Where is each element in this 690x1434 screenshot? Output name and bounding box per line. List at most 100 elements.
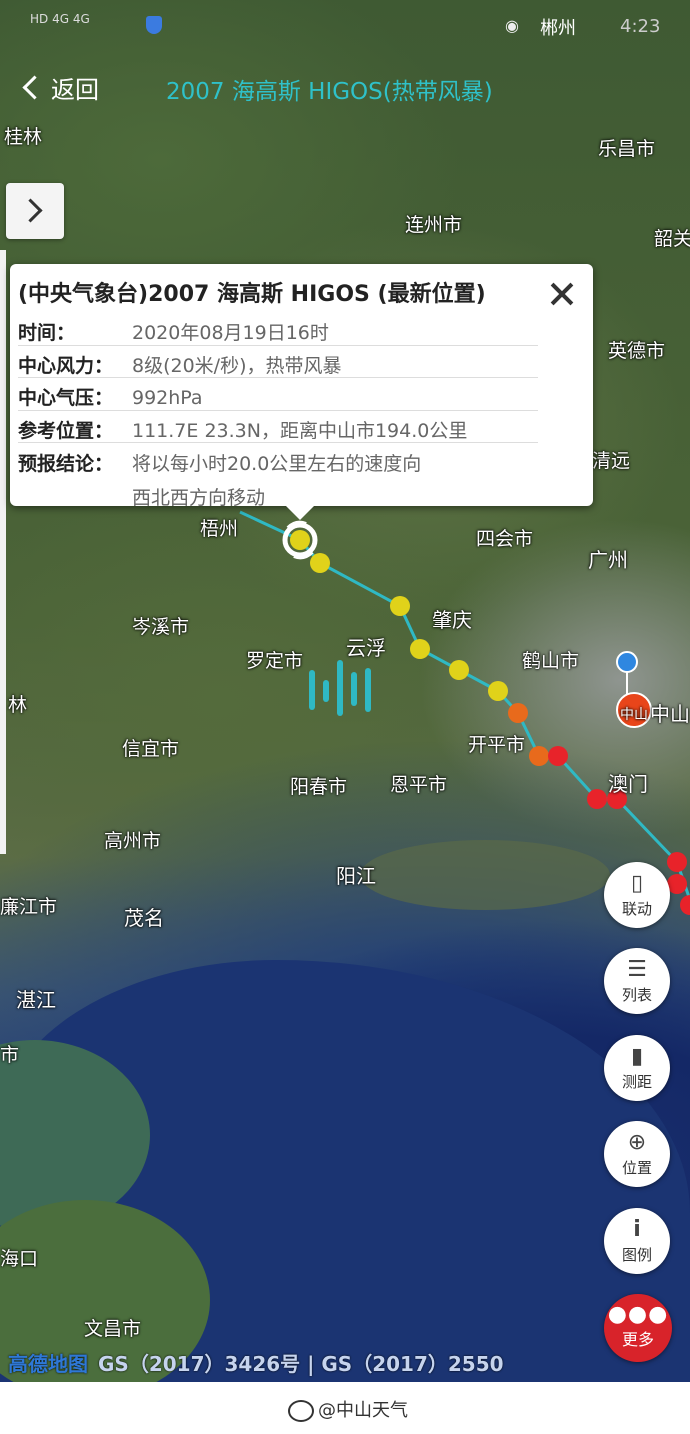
place-label: 阳春市 <box>290 776 348 798</box>
place-label: 肇庆 <box>432 608 472 632</box>
location-button[interactable]: ⊕ 位置 <box>604 1121 670 1187</box>
place-label: 海口 <box>0 1248 39 1270</box>
place-label: 开平市 <box>468 734 526 756</box>
place-label: 英德市 <box>608 340 666 362</box>
back-label: 返回 <box>51 76 99 104</box>
place-label: 茂名 <box>124 906 164 930</box>
divider <box>18 410 538 411</box>
satellite-map[interactable]: 桂林 乐昌市 连州市 韶关 英德市 清远 梧州 四会市 广州 岑溪市 肇庆 云浮… <box>0 0 690 1382</box>
amap-logo: 高德地图 <box>8 1352 88 1376</box>
track-point <box>410 639 430 659</box>
status-city: 郴州 <box>540 18 576 39</box>
back-button[interactable]: 返回 <box>22 70 99 105</box>
info-row-time: 时间： 2020年08月19日16时 <box>18 318 329 345</box>
more-button[interactable]: ●●● 更多 <box>604 1294 672 1362</box>
map-attribution: 高德地图 GS（2017）3426号 | GS（2017）2550 <box>8 1348 504 1377</box>
place-label: 高州市 <box>104 830 162 852</box>
info-label: 参考位置： <box>18 420 114 442</box>
chevron-left-icon <box>22 75 47 100</box>
place-label: 信宜市 <box>122 738 180 760</box>
info-value: 111.7E 23.3N，距离中山市194.0公里 <box>132 420 468 442</box>
place-label: 阳江 <box>336 864 376 888</box>
watermark-footer: @中山天气 <box>0 1382 690 1434</box>
weibo-icon <box>288 1400 314 1422</box>
track-point <box>529 746 549 766</box>
measure-distance-button[interactable]: ▮ 测距 <box>604 1035 670 1101</box>
button-label: 测距 <box>621 1073 652 1091</box>
page-title: 2007 海高斯 HIGOS(热带风暴) <box>166 79 493 105</box>
place-label: 云浮 <box>346 636 386 660</box>
place-label: 梧州 <box>200 518 239 540</box>
info-row-location: 参考位置： 111.7E 23.3N，距离中山市194.0公里 <box>18 416 467 443</box>
divider <box>18 442 538 443</box>
place-label: 罗定市 <box>246 650 304 672</box>
info-value-continued: 西北西方向移动 <box>132 487 266 509</box>
track-point <box>449 660 469 680</box>
wind-bars-icon <box>309 660 371 716</box>
info-row-pressure: 中心气压： 992hPa <box>18 383 203 410</box>
place-label: 澳门 <box>608 772 648 796</box>
weibo-text: @中山天气 <box>318 1400 408 1421</box>
divider <box>18 377 538 378</box>
status-bar: HD 4G 4G ◉ 郴州 4:23 <box>0 10 690 44</box>
typhoon-track <box>239 510 690 915</box>
locate-icon: ⊕ <box>627 1130 647 1155</box>
place-label: 恩平市 <box>390 774 448 796</box>
info-value: 2020年08月19日16时 <box>132 322 329 344</box>
weibo-handle: @中山天气 <box>288 1396 408 1422</box>
ruler-icon: ▮ <box>630 1044 644 1069</box>
track-point <box>310 553 330 573</box>
place-label: 连州市 <box>405 214 463 236</box>
info-icon: i <box>633 1217 641 1242</box>
track-point <box>667 852 687 872</box>
place-label: 林 <box>8 694 28 716</box>
info-label: 中心风力： <box>18 355 114 377</box>
attribution-text: GS（2017）3426号 | GS（2017）2550 <box>98 1352 504 1376</box>
more-label: 更多 <box>621 1330 654 1349</box>
place-label: 岑溪市 <box>132 616 190 638</box>
place-label: 乐昌市 <box>598 138 656 160</box>
place-label: 市 <box>0 1044 20 1066</box>
side-panel-edge[interactable] <box>0 250 6 854</box>
track-point <box>680 895 690 915</box>
track-point <box>548 746 568 766</box>
info-value: 992hPa <box>132 387 203 409</box>
button-label: 位置 <box>621 1159 652 1177</box>
button-label: 联动 <box>621 900 652 918</box>
list-button[interactable]: ☰ 列表 <box>604 948 670 1014</box>
status-time: 4:23 <box>620 16 661 37</box>
typhoon-info-popup: (中央气象台)2007 海高斯 HIGOS (最新位置) 时间： 2020年08月… <box>10 264 593 520</box>
place-label: 廉江市 <box>0 896 58 918</box>
eye-icon: ◉ <box>505 16 519 35</box>
place-label: 广州 <box>588 548 628 572</box>
shield-icon <box>146 16 162 34</box>
info-row-forecast: 预报结论： 将以每小时20.0公里左右的速度向 <box>18 449 421 476</box>
place-label: 中山 <box>650 702 690 726</box>
more-dots-icon: ●●● <box>607 1302 669 1327</box>
place-label: 韶关 <box>654 228 690 250</box>
place-label: 文昌市 <box>84 1318 142 1340</box>
info-label: 预报结论： <box>18 453 114 475</box>
info-label: 时间： <box>18 322 76 344</box>
place-label: 清远 <box>592 450 631 472</box>
button-label: 列表 <box>621 986 652 1004</box>
track-point <box>290 530 310 550</box>
close-icon[interactable] <box>544 276 580 312</box>
track-point <box>587 789 607 809</box>
track-point <box>508 703 528 723</box>
legend-button[interactable]: i 图例 <box>604 1208 670 1274</box>
place-label: 鹤山市 <box>522 650 580 672</box>
place-label: 四会市 <box>476 528 534 550</box>
expand-panel-button[interactable] <box>6 183 64 239</box>
zhongshan-marker-label: 中山 <box>620 707 648 723</box>
chevron-right-icon <box>18 198 43 223</box>
link-button[interactable]: ▯ 联动 <box>604 862 670 928</box>
place-label: 桂林 <box>4 126 43 148</box>
signal-indicator: HD 4G 4G <box>30 12 90 26</box>
popup-title: (中央气象台)2007 海高斯 HIGOS (最新位置) <box>18 282 486 307</box>
info-value: 将以每小时20.0公里左右的速度向 <box>132 453 422 475</box>
divider <box>18 345 538 346</box>
button-label: 图例 <box>621 1246 652 1264</box>
list-icon: ☰ <box>627 957 647 982</box>
phone-icon: ▯ <box>630 871 644 896</box>
